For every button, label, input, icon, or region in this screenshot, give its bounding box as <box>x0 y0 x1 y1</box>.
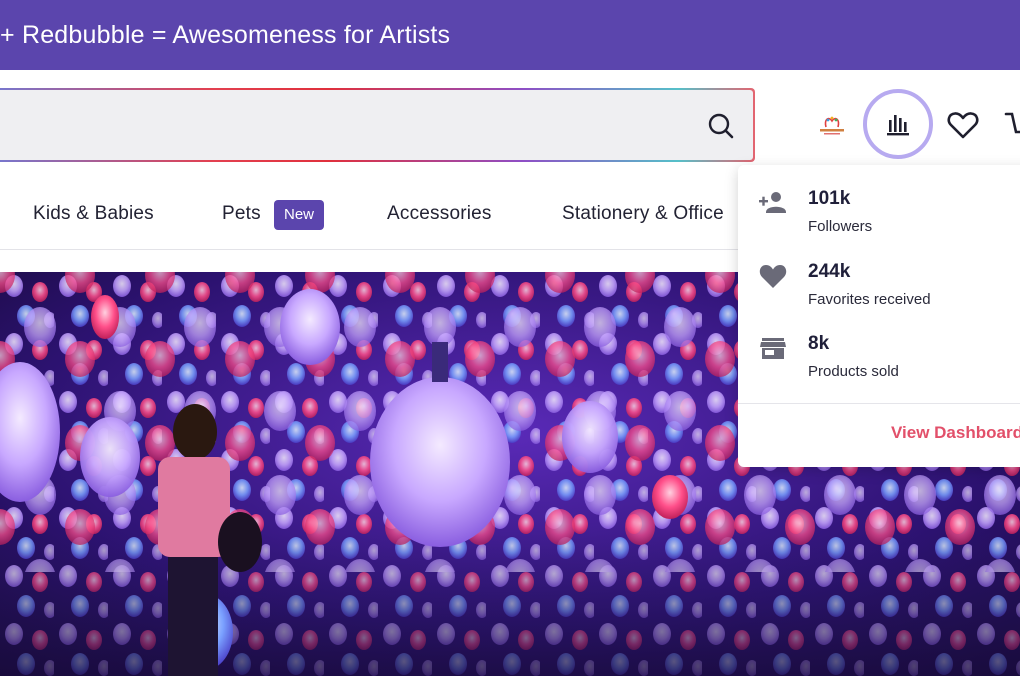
search-box <box>0 88 755 162</box>
favorites-label: Favorites received <box>808 291 931 308</box>
stat-row-favorites: 244k Favorites received <box>738 261 1020 321</box>
favorites-button[interactable] <box>945 108 981 142</box>
heart-outline-icon <box>947 112 979 139</box>
cart-button[interactable] <box>1004 108 1020 142</box>
nav-item-accessories[interactable]: Accessories <box>387 203 492 225</box>
search-field-wrapper <box>0 90 753 160</box>
cart-icon <box>1004 112 1020 134</box>
promo-text: + Redbubble = Awesomeness for Artists <box>0 21 451 49</box>
stat-row-products-sold: 8k Products sold <box>738 333 1020 393</box>
search-input[interactable] <box>0 90 672 160</box>
favorites-count: 244k <box>808 261 851 282</box>
stats-button[interactable] <box>863 89 933 159</box>
products-sold-count: 8k <box>808 333 830 354</box>
divider <box>738 403 1020 404</box>
search-icon <box>708 113 734 139</box>
nav-item-stationery-office[interactable]: Stationery & Office <box>562 203 724 225</box>
stat-row-followers: 101k Followers <box>738 188 1020 248</box>
stats-dropdown: 101k Followers 244k Favorites received 8… <box>738 165 1020 467</box>
followers-count: 101k <box>808 188 851 209</box>
heart-icon <box>759 265 787 288</box>
artist-avatar[interactable] <box>815 112 849 138</box>
followers-label: Followers <box>808 218 873 235</box>
storefront-icon <box>760 338 786 359</box>
search-button[interactable] <box>703 108 739 144</box>
bar-chart-icon <box>887 115 909 136</box>
new-badge: New <box>274 200 325 230</box>
site-header <box>0 70 1020 170</box>
products-sold-label: Products sold <box>808 363 899 380</box>
nav-item-kids-babies[interactable]: Kids & Babies <box>33 203 154 225</box>
nav-item-pets[interactable]: Pets <box>222 203 261 225</box>
artist-logo-icon <box>820 116 844 135</box>
promo-banner[interactable]: + Redbubble = Awesomeness for Artists <box>0 0 1020 70</box>
add-person-icon <box>759 192 786 213</box>
view-dashboard-link[interactable]: View Dashboard <box>891 423 1020 443</box>
